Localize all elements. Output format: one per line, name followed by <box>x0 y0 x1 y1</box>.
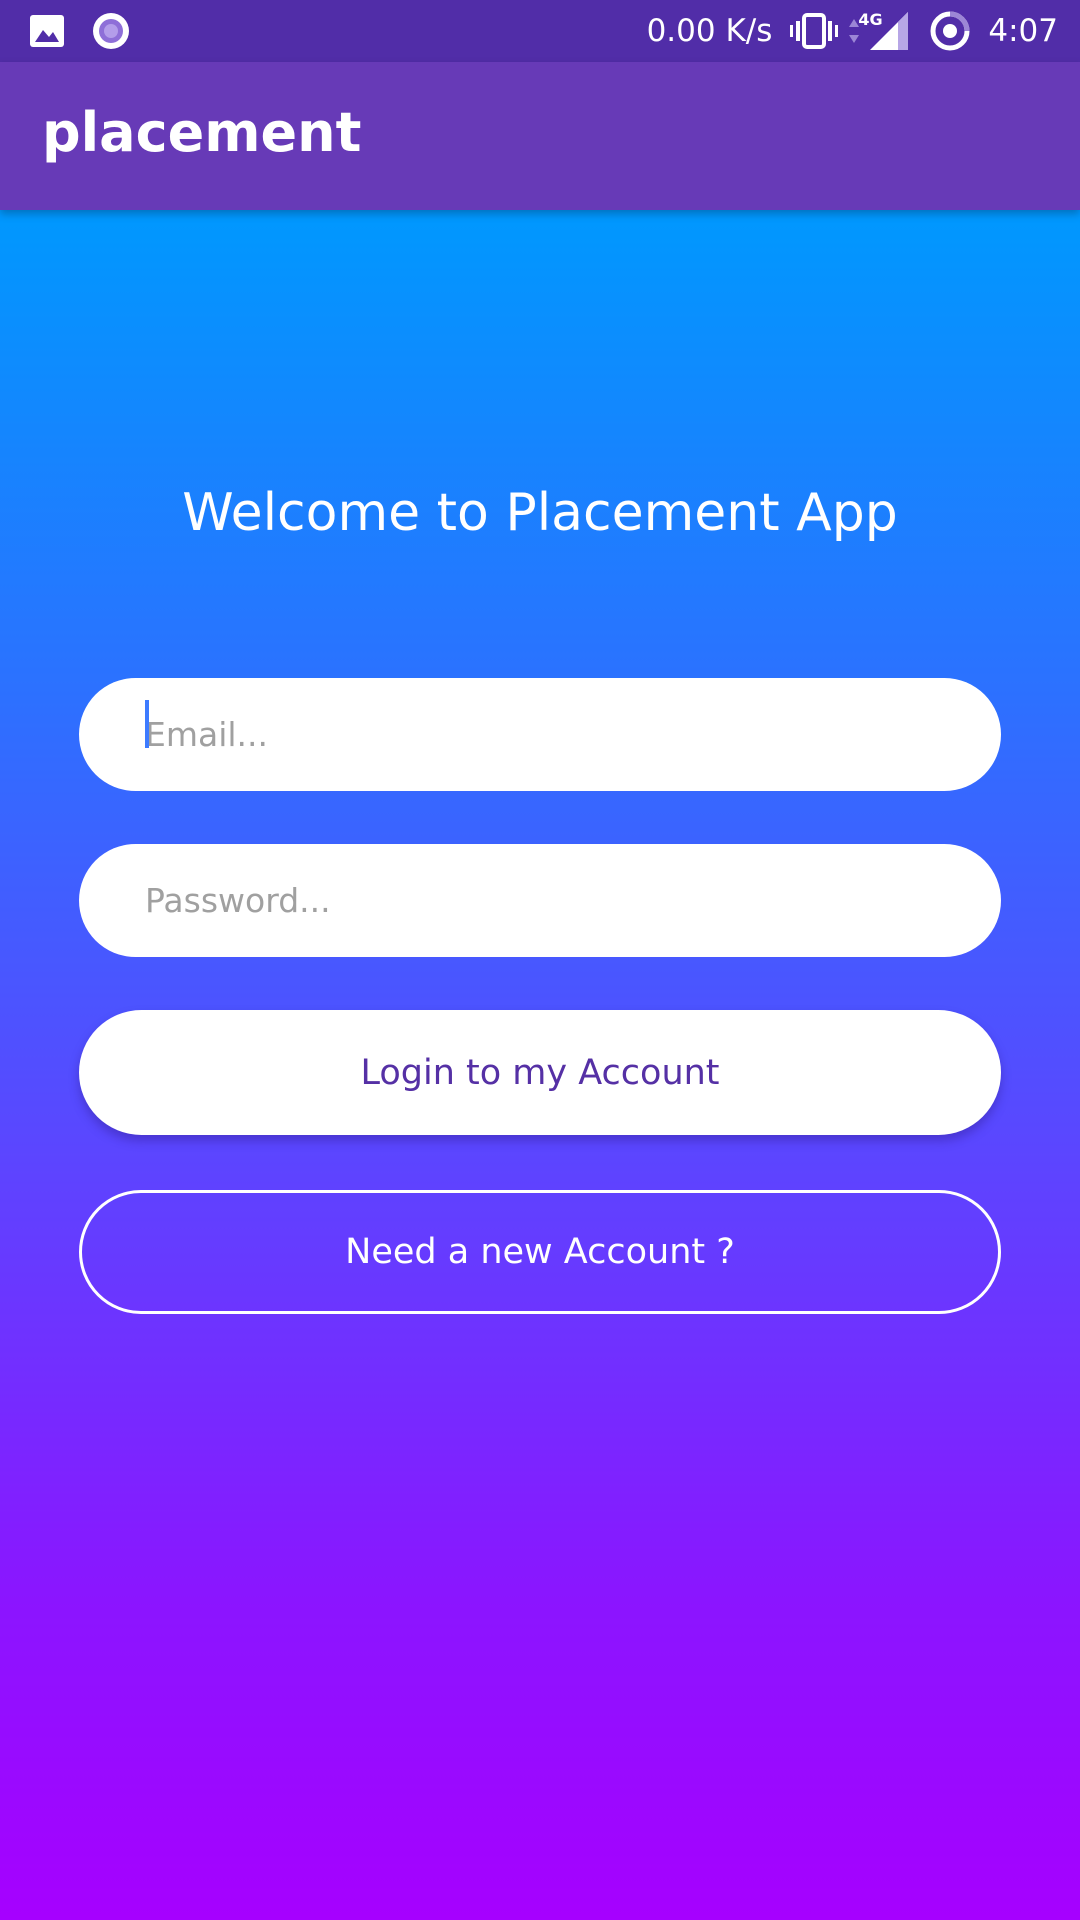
app-bar: placement <box>0 62 1080 210</box>
signup-button[interactable]: Need a new Account ? <box>79 1190 1001 1314</box>
app-title: placement <box>42 101 362 164</box>
network-type: 4G <box>858 10 883 29</box>
vibrate-icon <box>790 13 839 49</box>
clock: 4:07 <box>988 13 1058 49</box>
password-input[interactable] <box>79 844 1001 957</box>
status-left-icons <box>28 13 156 49</box>
login-button-label: Login to my Account <box>360 1052 720 1093</box>
login-button[interactable]: Login to my Account <box>79 1010 1001 1135</box>
sync-icon <box>930 11 970 51</box>
email-input[interactable] <box>79 678 1001 791</box>
welcome-heading: Welcome to Placement App <box>182 483 898 543</box>
status-bar: 0.00 K/s 4G 4:07 <box>0 0 1080 62</box>
signal-icon: 4G <box>858 10 909 52</box>
network-speed: 0.00 K/s <box>646 13 773 49</box>
status-right-icons: 0.00 K/s 4G 4:07 <box>647 0 1058 62</box>
record-icon <box>92 13 130 49</box>
signup-button-label: Need a new Account ? <box>345 1232 735 1272</box>
image-icon <box>28 13 66 49</box>
